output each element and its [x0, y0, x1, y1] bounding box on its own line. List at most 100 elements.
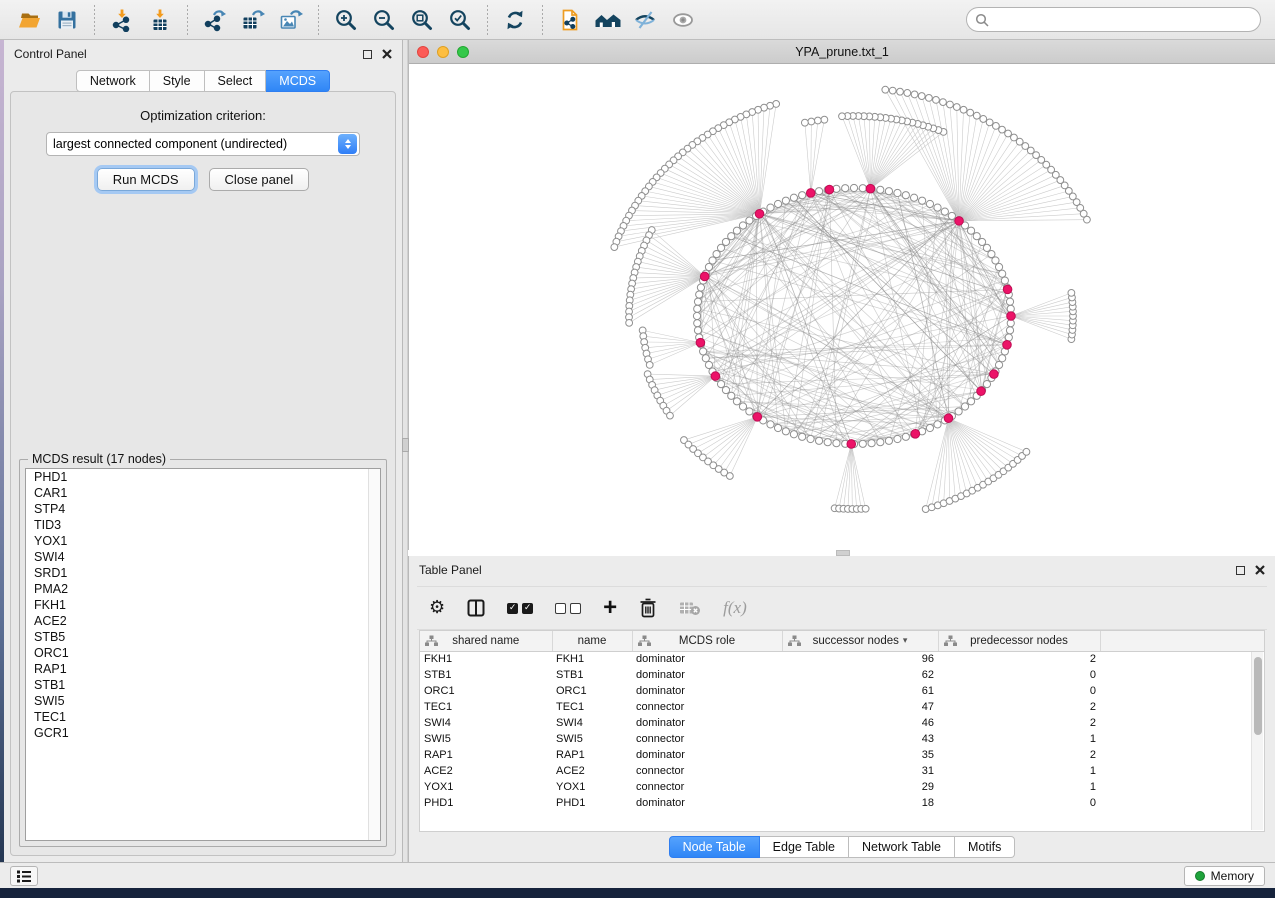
table-cell[interactable]: connector — [632, 699, 782, 715]
network-node[interactable] — [767, 421, 774, 428]
network-node[interactable] — [728, 392, 735, 399]
network-node[interactable] — [999, 270, 1006, 277]
add-row-button[interactable]: + — [603, 598, 617, 618]
network-canvas[interactable] — [409, 64, 1275, 550]
table-cell[interactable]: PHD1 — [420, 795, 552, 811]
network-node[interactable] — [993, 123, 1000, 130]
network-node[interactable] — [611, 244, 618, 251]
network-node[interactable] — [739, 403, 746, 410]
network-node[interactable] — [782, 428, 789, 435]
network-node[interactable] — [739, 222, 746, 229]
table-cell[interactable]: connector — [632, 731, 782, 747]
table-settings-button[interactable]: ⚙ — [429, 599, 445, 617]
table-cell[interactable]: RAP1 — [420, 747, 552, 763]
network-node[interactable] — [862, 505, 869, 512]
mcds-network-node[interactable] — [711, 372, 720, 381]
network-node[interactable] — [696, 291, 703, 298]
table-cell[interactable]: 31 — [782, 763, 938, 779]
col-name[interactable]: name — [552, 631, 632, 651]
col-predecessor-nodes[interactable]: predecessor nodes — [938, 631, 1100, 651]
mcds-network-node[interactable] — [700, 272, 709, 281]
splitter-grip[interactable] — [836, 550, 850, 556]
tab-select[interactable]: Select — [205, 70, 267, 92]
network-node[interactable] — [709, 257, 716, 264]
export-image-button[interactable] — [272, 4, 310, 36]
table-cell[interactable]: 0 — [938, 667, 1100, 683]
network-node[interactable] — [801, 119, 808, 126]
mcds-result-item[interactable]: PHD1 — [26, 469, 380, 485]
hide-selected-button[interactable] — [627, 4, 665, 36]
mcds-result-item[interactable]: CAR1 — [26, 485, 380, 501]
deselect-all-button[interactable] — [555, 603, 581, 614]
mcds-result-list[interactable]: PHD1CAR1STP4TID3YOX1SWI4SRD1PMA2FKH1ACE2… — [25, 468, 381, 841]
tab-network-table[interactable]: Network Table — [849, 836, 955, 858]
table-row[interactable]: ORC1ORC1dominator610 — [420, 683, 1265, 699]
table-row[interactable]: YOX1YOX1connector291 — [420, 779, 1265, 795]
network-node[interactable] — [918, 93, 925, 100]
network-node[interactable] — [894, 435, 901, 442]
network-node[interactable] — [978, 238, 985, 245]
network-node[interactable] — [897, 88, 904, 95]
mcds-result-item[interactable]: FKH1 — [26, 597, 380, 613]
table-row[interactable]: SWI4SWI4dominator462 — [420, 715, 1265, 731]
network-node[interactable] — [1068, 289, 1075, 296]
network-node[interactable] — [1001, 277, 1008, 284]
share-document-button[interactable] — [551, 4, 589, 36]
col-shared-name[interactable]: shared name — [420, 631, 552, 651]
network-node[interactable] — [814, 117, 821, 124]
network-node[interactable] — [839, 113, 846, 120]
table-row[interactable]: RAP1RAP1dominator352 — [420, 747, 1265, 763]
network-node[interactable] — [717, 244, 724, 251]
table-cell[interactable]: STB1 — [420, 667, 552, 683]
scrollbar-thumb[interactable] — [1254, 657, 1262, 735]
network-node[interactable] — [733, 398, 740, 405]
mcds-result-item[interactable]: SRD1 — [26, 565, 380, 581]
table-cell[interactable]: 0 — [938, 795, 1100, 811]
refresh-layout-button[interactable] — [496, 4, 534, 36]
close-panel-button[interactable]: Close panel — [209, 168, 310, 191]
mcds-network-node[interactable] — [806, 189, 815, 198]
result-list-scrollbar[interactable] — [368, 469, 380, 840]
horizontal-splitter[interactable] — [408, 550, 1275, 556]
network-node[interactable] — [973, 233, 980, 240]
mcds-network-node[interactable] — [825, 185, 834, 194]
table-cell[interactable]: 1 — [938, 731, 1100, 747]
node-table[interactable]: shared name name — [419, 630, 1265, 832]
mcds-result-item[interactable]: YOX1 — [26, 533, 380, 549]
table-cell[interactable]: ORC1 — [420, 683, 552, 699]
tab-mcds[interactable]: MCDS — [266, 70, 330, 92]
mcds-result-item[interactable]: STB5 — [26, 629, 380, 645]
table-cell[interactable]: 29 — [782, 779, 938, 795]
float-panel-icon[interactable] — [363, 50, 372, 59]
table-row[interactable]: PHD1PHD1dominator180 — [420, 795, 1265, 811]
network-node[interactable] — [980, 116, 987, 123]
network-node[interactable] — [799, 433, 806, 440]
mcds-network-node[interactable] — [1003, 340, 1012, 349]
network-node[interactable] — [815, 188, 822, 195]
network-node[interactable] — [868, 440, 875, 447]
open-file-button[interactable] — [10, 4, 48, 36]
network-node[interactable] — [807, 435, 814, 442]
network-node[interactable] — [733, 227, 740, 234]
network-node[interactable] — [728, 233, 735, 240]
network-node[interactable] — [833, 440, 840, 447]
mcds-network-node[interactable] — [955, 217, 964, 226]
table-cell[interactable]: ORC1 — [552, 683, 632, 699]
mcds-network-node[interactable] — [866, 184, 875, 193]
task-history-button[interactable] — [10, 866, 38, 886]
network-node[interactable] — [824, 439, 831, 446]
mcds-result-item[interactable]: PMA2 — [26, 581, 380, 597]
network-node[interactable] — [894, 189, 901, 196]
table-cell[interactable]: ACE2 — [420, 763, 552, 779]
network-node[interactable] — [626, 319, 633, 326]
table-cell[interactable]: 2 — [938, 651, 1100, 667]
table-cell[interactable]: dominator — [632, 747, 782, 763]
network-node[interactable] — [722, 386, 729, 393]
network-node[interactable] — [941, 208, 948, 215]
mcds-network-node[interactable] — [753, 413, 762, 422]
delete-table-button[interactable] — [679, 600, 701, 616]
network-node[interactable] — [925, 94, 932, 101]
first-neighbors-button[interactable] — [589, 4, 627, 36]
table-cell[interactable]: 46 — [782, 715, 938, 731]
mcds-result-item[interactable]: GCR1 — [26, 725, 380, 741]
